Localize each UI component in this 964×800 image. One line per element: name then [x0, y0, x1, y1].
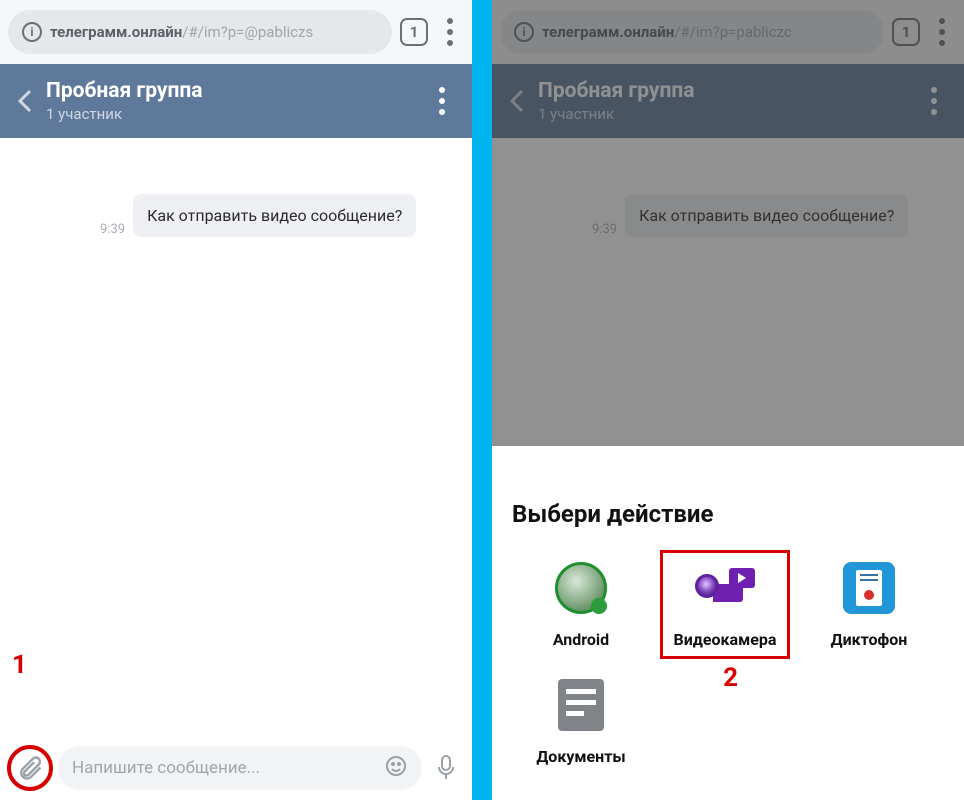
message-input[interactable]: Напишите сообщение...: [58, 746, 422, 790]
action-label: Диктофон: [831, 630, 908, 649]
tabs-button[interactable]: 1: [892, 18, 920, 46]
url-domain: телеграмм.онлайн: [50, 23, 182, 41]
action-camcorder[interactable]: Видеокамера 2: [656, 548, 794, 659]
url-box[interactable]: i телеграмм.онлайн/#/im?p=@pabliczs: [8, 10, 392, 54]
action-sheet-title: Выбери действие: [512, 500, 944, 528]
phone-left: i телеграмм.онлайн/#/im?p=@pabliczs 1 Пр…: [0, 0, 472, 800]
chat-title-block[interactable]: Пробная группа 1 участник: [46, 79, 428, 123]
phone-right: i телеграмм.онлайн/#/im?p=pabliczc 1 Про…: [492, 0, 964, 800]
action-android[interactable]: Android: [512, 548, 650, 659]
back-button[interactable]: [10, 85, 42, 117]
message-placeholder: Напишите сообщение...: [72, 758, 376, 778]
action-grid: Android Видеокамера 2 Диктофо: [512, 548, 944, 776]
documents-icon: [551, 675, 611, 735]
chat-menu-button[interactable]: [920, 87, 948, 115]
action-dictaphone[interactable]: Диктофон: [800, 548, 938, 659]
chat-header: Пробная группа 1 участник: [492, 64, 964, 138]
callout-2-label: 2: [723, 663, 738, 693]
attach-button[interactable]: [8, 746, 52, 790]
action-label: Android: [553, 630, 609, 649]
info-icon: i: [22, 22, 42, 42]
emoji-icon[interactable]: [384, 754, 408, 783]
action-sheet: Выбери действие Android Видеокамера: [492, 482, 964, 800]
tabs-button[interactable]: 1: [400, 18, 428, 46]
url-domain: телеграмм.онлайн: [542, 23, 674, 41]
url-box[interactable]: i телеграмм.онлайн/#/im?p=pabliczc: [500, 10, 884, 54]
dictaphone-icon: [839, 558, 899, 618]
back-button[interactable]: [502, 85, 534, 117]
url-path: /#/im?p=@pabliczs: [182, 23, 313, 41]
chat-menu-button[interactable]: [428, 87, 456, 115]
camcorder-icon: [695, 558, 755, 618]
mic-button[interactable]: [428, 754, 464, 782]
message-bubble[interactable]: Как отправить видео сообщение?: [625, 194, 908, 237]
input-bar: Напишите сообщение...: [0, 736, 472, 800]
message-row: 9:39 Как отправить видео сообщение?: [100, 194, 462, 237]
chat-subtitle: 1 участник: [538, 105, 920, 123]
info-icon: i: [514, 22, 534, 42]
browser-menu-button[interactable]: [928, 18, 956, 46]
chat-title: Пробная группа: [46, 79, 428, 103]
url-path: /#/im?p=pabliczc: [674, 23, 792, 41]
callout-1-label: 1: [12, 650, 27, 680]
action-documents[interactable]: Документы: [512, 665, 650, 776]
chat-title-block[interactable]: Пробная группа 1 участник: [538, 79, 920, 123]
chat-subtitle: 1 участник: [46, 105, 428, 123]
chat-header: Пробная группа 1 участник: [0, 64, 472, 138]
browser-bar: i телеграмм.онлайн/#/im?p=pabliczc 1: [492, 0, 964, 64]
action-label: Видеокамера: [674, 630, 777, 649]
android-icon: [551, 558, 611, 618]
browser-bar: i телеграмм.онлайн/#/im?p=@pabliczs 1: [0, 0, 472, 64]
browser-menu-button[interactable]: [436, 18, 464, 46]
message-time: 9:39: [100, 222, 125, 237]
message-row: 9:39 Как отправить видео сообщение?: [592, 194, 954, 237]
message-time: 9:39: [592, 222, 617, 237]
messages-area: 9:39 Как отправить видео сообщение? 1: [0, 138, 472, 736]
action-label: Документы: [536, 747, 625, 766]
message-bubble[interactable]: Как отправить видео сообщение?: [133, 194, 416, 237]
chat-title: Пробная группа: [538, 79, 920, 103]
